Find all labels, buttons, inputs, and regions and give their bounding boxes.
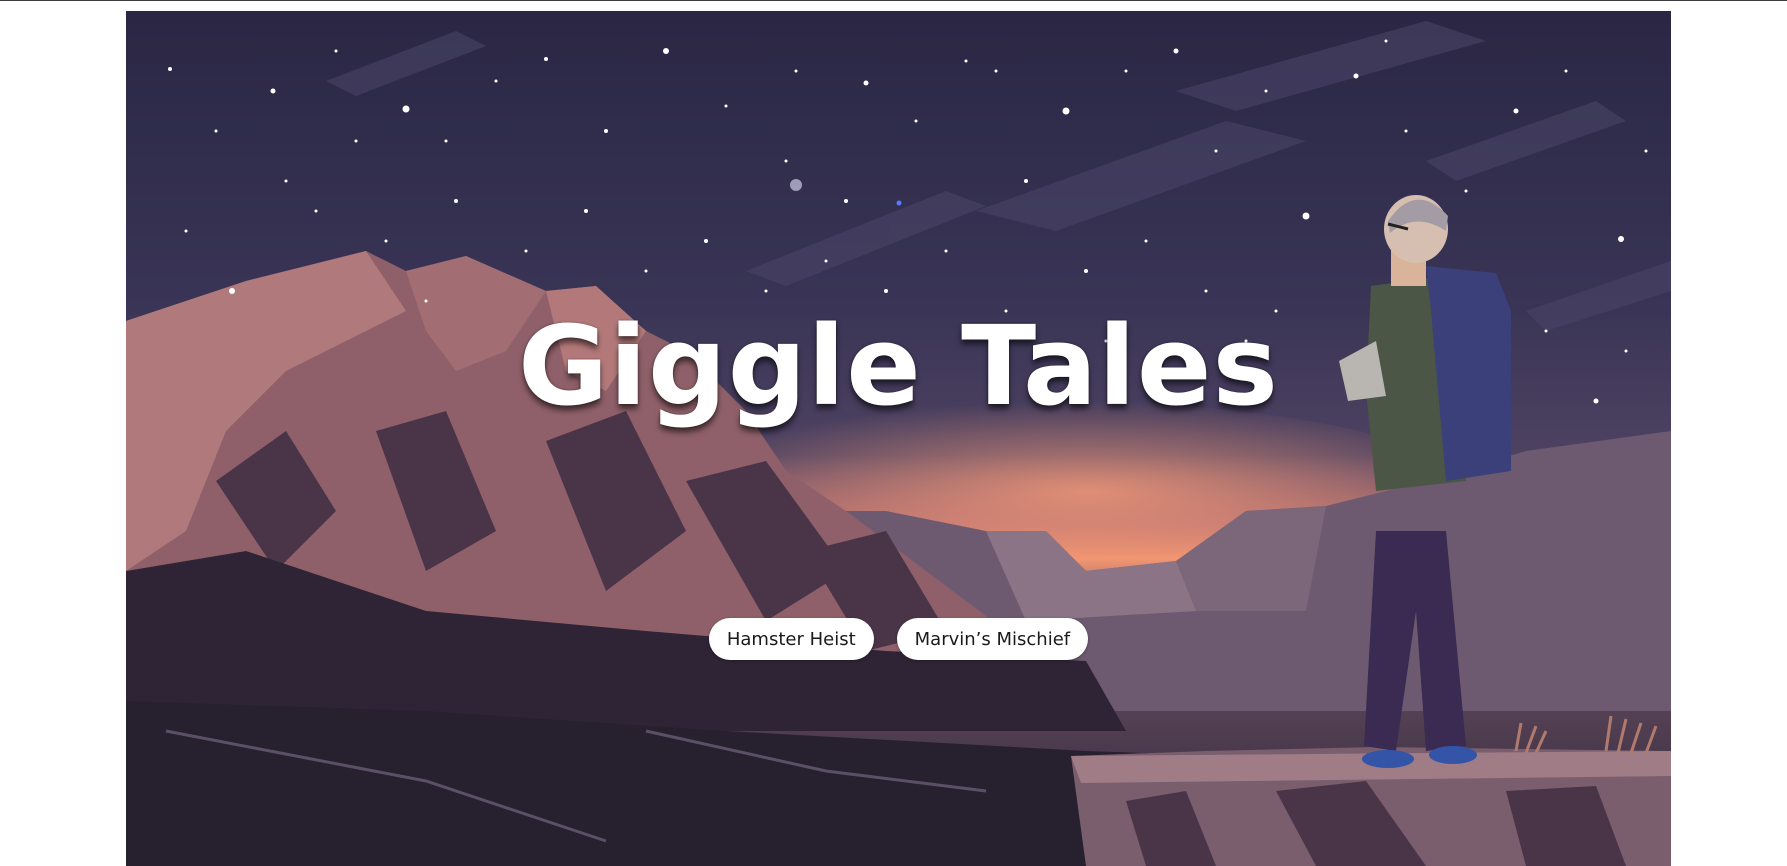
hamster-heist-button[interactable]: Hamster Heist (708, 618, 874, 660)
marvins-mischief-button[interactable]: Marvin’s Mischief (896, 618, 1089, 660)
top-border (0, 0, 1787, 1)
hero-banner: Giggle Tales Hamster Heist Marvin’s Misc… (126, 11, 1671, 866)
story-button-row: Hamster Heist Marvin’s Mischief (126, 618, 1671, 660)
page-title: Giggle Tales (518, 302, 1279, 430)
night-mountain-illustration (126, 11, 1671, 866)
